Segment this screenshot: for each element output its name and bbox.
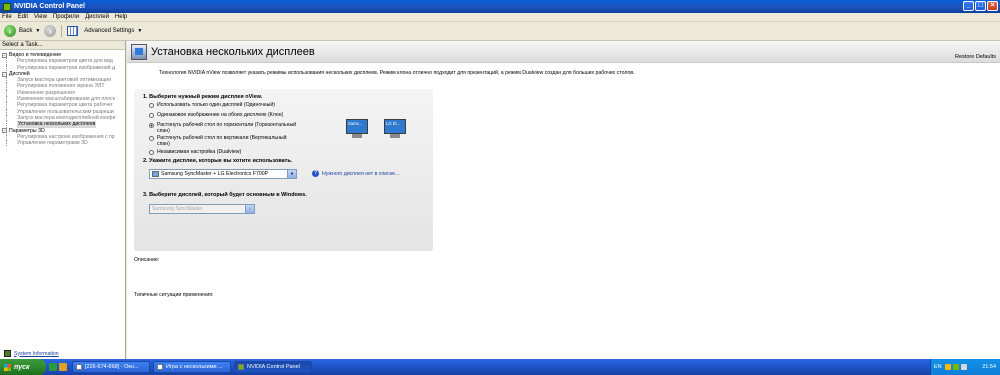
window-titlebar[interactable]: NVIDIA Control Panel _ □ × [0, 0, 1000, 13]
menu-display[interactable]: Дисплей [85, 14, 109, 20]
toolbar: ‹ Back ▼ › Advanced Settings ▼ [0, 22, 1000, 41]
mode-clone-radio[interactable]: Одинаковое изображение на обоих дисплеях… [149, 112, 299, 118]
help-icon: ? [312, 170, 319, 177]
taskbar-button-label: Игра с несколькими ... [166, 364, 223, 370]
forward-arrow-icon[interactable]: › [44, 25, 57, 37]
step2-title: 2. Укажите дисплеи, которые вы хотите ис… [143, 158, 293, 164]
step3-title: 3. Выберите дисплей, который будет основ… [143, 192, 307, 198]
radio-label: Одинаковое изображение на обоих дисплеях… [157, 112, 284, 118]
description-label: Описание: [134, 257, 160, 263]
minimize-button[interactable]: _ [963, 1, 974, 11]
collapse-icon[interactable]: − [2, 71, 7, 77]
collapse-icon[interactable]: − [2, 128, 7, 134]
radio-label: Растянуть рабочий стол по вертикали (Вер… [157, 135, 287, 147]
displays-select[interactable]: Samsung SyncMaster + LG Electronics F700… [149, 169, 297, 179]
system-info-label: System Information [14, 350, 59, 357]
multi-display-icon [131, 43, 147, 60]
radio-label: Растянуть рабочий стол по горизонтали (Г… [157, 122, 297, 134]
chevron-down-icon[interactable]: ▼ [287, 170, 296, 178]
nvidia-icon [238, 364, 244, 370]
back-button[interactable]: Back [19, 28, 32, 34]
chevron-down-icon[interactable]: ▼ [245, 205, 254, 213]
back-dropdown-icon[interactable]: ▼ [35, 28, 40, 34]
display-icon [152, 171, 159, 177]
taskbar-button[interactable]: Игра с несколькими ... [153, 361, 231, 373]
radio-icon[interactable] [149, 135, 154, 141]
taskbar-button-label: [226-674-868] - Окн... [85, 364, 139, 370]
folder-icon[interactable] [59, 363, 67, 371]
clock: 21:54 [982, 364, 996, 370]
menu-help[interactable]: Help [115, 14, 127, 20]
advanced-settings-button[interactable]: Advanced Settings [84, 28, 134, 34]
settings-panel: 1. Выберите нужный режим дисплея nView. … [134, 89, 433, 251]
typical-usage-label: Типичные ситуации применения: [134, 292, 214, 298]
monitor-2-icon[interactable]: LG El... [384, 119, 406, 139]
system-information-link[interactable]: System Information [4, 350, 59, 357]
help-label: Нужного дисплея нет в списке... [322, 170, 400, 177]
mode-horizontal-span-radio[interactable]: Растянуть рабочий стол по горизонтали (Г… [149, 122, 299, 134]
select-task-label: Select a Task... [0, 41, 125, 50]
volume-icon[interactable] [960, 364, 967, 370]
window-title: NVIDIA Control Panel [14, 3, 85, 10]
monitor-label: Sams... [346, 119, 368, 134]
radio-label: Независимая настройка (Dualview) [157, 149, 242, 155]
window-icon [157, 364, 163, 370]
tree-item-label: Управление параметрами 3D [17, 140, 88, 147]
start-button[interactable]: пуск [0, 359, 46, 375]
taskbar-button[interactable]: [226-674-868] - Окн... [72, 361, 150, 373]
advanced-dropdown-icon[interactable]: ▼ [137, 28, 142, 34]
quick-launch [49, 363, 69, 371]
mode-dualview-radio[interactable]: Независимая настройка (Dualview) [149, 149, 299, 155]
collapse-icon[interactable]: − [2, 52, 7, 58]
nvidia-app-icon [3, 2, 11, 11]
select-value: Samsung SyncMaster + LG Electronics F700… [161, 171, 269, 177]
radio-icon[interactable] [149, 102, 154, 108]
monitor-stand [352, 134, 362, 138]
desktop-icon[interactable] [49, 363, 57, 371]
back-arrow-icon[interactable]: ‹ [4, 25, 16, 37]
tray-icon[interactable] [944, 364, 951, 370]
taskbar: пуск [226-674-868] - Окн... Игра с неско… [0, 359, 1000, 375]
mode-vertical-span-radio[interactable]: Растянуть рабочий стол по вертикали (Вер… [149, 135, 299, 147]
page-title: Установка нескольких дисплеев [151, 45, 315, 58]
windows-logo-icon [4, 363, 11, 371]
close-button[interactable]: × [987, 1, 998, 11]
tree-item[interactable]: Управление параметрами 3D [6, 140, 125, 147]
step1-title: 1. Выберите нужный режим дисплея nView. [143, 94, 263, 100]
monitor-label: LG El... [384, 119, 406, 134]
tree-item-label: Регулировка параметров изображений д [17, 64, 116, 71]
language-indicator[interactable]: EN [934, 364, 942, 370]
taskbar-button-active[interactable]: NVIDIA Control Panel [234, 361, 312, 373]
menu-view[interactable]: View [34, 14, 47, 20]
radio-icon[interactable] [149, 112, 154, 118]
page-header: Установка нескольких дисплеев Restore De… [127, 41, 1000, 63]
maximize-button[interactable]: □ [975, 1, 986, 11]
system-info-icon [4, 350, 11, 357]
advanced-settings-icon[interactable] [67, 26, 79, 36]
menu-profiles[interactable]: Профили [53, 14, 79, 20]
menu-edit[interactable]: Edit [18, 14, 28, 20]
radio-label: Использовать только один дисплей (Одиноч… [157, 102, 276, 108]
radio-selected-icon[interactable] [149, 122, 154, 128]
content-pane: Установка нескольких дисплеев Restore De… [127, 41, 1000, 359]
start-label: пуск [14, 363, 30, 371]
mode-single-radio[interactable]: Использовать только один дисплей (Одиноч… [149, 102, 299, 108]
system-tray: EN 21:54 [930, 359, 1000, 375]
restore-defaults-link[interactable]: Restore Defaults [955, 54, 996, 60]
intro-text: Технология NVIDIA nView позволяет указат… [159, 70, 635, 76]
missing-display-link[interactable]: ? Нужного дисплея нет в списке... [312, 170, 399, 177]
select-value: Samsung SyncMaster [152, 206, 203, 212]
window-icon [76, 364, 82, 370]
nvidia-tray-icon[interactable] [952, 364, 959, 370]
primary-display-select[interactable]: Samsung SyncMaster ▼ [149, 204, 255, 214]
task-sidebar: Select a Task... − Видео и телевидение Ре… [0, 41, 126, 359]
task-tree: − Видео и телевидение Регулировка парамет… [0, 50, 125, 147]
menu-bar: File Edit View Профили Дисплей Help [0, 13, 1000, 22]
menu-file[interactable]: File [2, 14, 12, 20]
monitor-1-icon[interactable]: Sams... [346, 119, 368, 139]
radio-icon[interactable] [149, 149, 154, 155]
taskbar-button-label: NVIDIA Control Panel [247, 364, 300, 370]
monitor-stand [390, 134, 400, 138]
toolbar-divider [61, 25, 63, 37]
